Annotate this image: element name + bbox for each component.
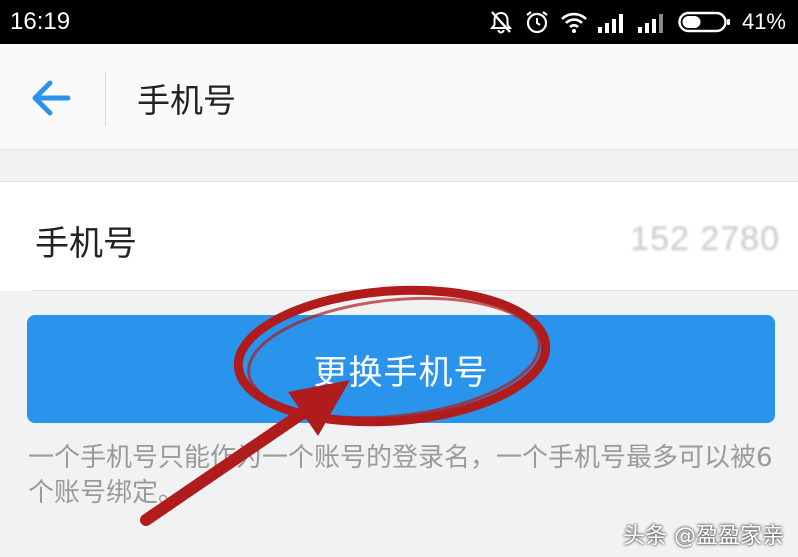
notifications-off-icon	[489, 11, 513, 34]
hint-text: 一个手机号只能作为一个账号的登录名，一个手机号最多可以被6个账号绑定。	[28, 443, 773, 508]
signal-icon	[597, 14, 623, 33]
battery-level: 41%	[741, 9, 786, 34]
header-divider	[105, 72, 106, 126]
battery-icon	[678, 11, 730, 33]
watermark: 头条 @盈盈家亲	[623, 524, 784, 549]
alarm-icon	[526, 11, 548, 34]
phone-label: 手机号	[35, 224, 137, 264]
change-phone-button[interactable]: 更换手机号	[27, 315, 775, 423]
status-icons: 41%	[488, 9, 786, 35]
arrow-left-icon	[32, 80, 71, 116]
page-title: 手机号	[137, 81, 236, 120]
status-bar: 16:19 41%	[0, 0, 798, 44]
back-button[interactable]	[24, 74, 76, 122]
app-header: 手机号	[0, 44, 798, 150]
phone-value: 152 2780	[630, 220, 780, 258]
wifi-icon	[561, 12, 587, 33]
phone-row: 手机号 152 2780	[0, 181, 798, 291]
status-time: 16:19	[10, 8, 71, 35]
row-divider	[32, 290, 798, 291]
signal-icon	[637, 14, 663, 33]
